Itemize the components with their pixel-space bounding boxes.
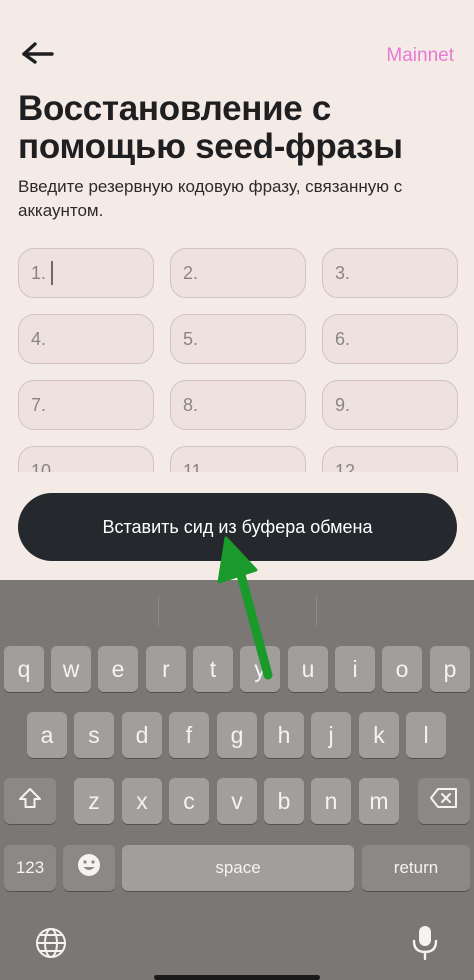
seed-word-field-6[interactable]: 6. — [322, 314, 458, 364]
key-n[interactable]: n — [311, 778, 351, 824]
home-indicator — [154, 975, 320, 980]
paste-seed-button[interactable]: Вставить сид из буфера обмена — [18, 493, 457, 561]
numbers-key[interactable]: 123 — [4, 845, 56, 891]
return-key[interactable]: return — [362, 845, 470, 891]
key-y[interactable]: y — [240, 646, 280, 692]
seed-word-index: 2. — [183, 262, 199, 283]
seed-word-field-10[interactable]: 10. — [18, 446, 154, 472]
seed-word-field-8[interactable]: 8. — [170, 380, 306, 430]
key-o[interactable]: o — [382, 646, 422, 692]
key-w[interactable]: w — [51, 646, 91, 692]
backspace-key[interactable] — [418, 778, 470, 824]
key-a[interactable]: a — [27, 712, 67, 758]
key-c[interactable]: c — [169, 778, 209, 824]
page-title: Восстановление с помощью seed-фразы — [18, 89, 403, 166]
seed-word-field-7[interactable]: 7. — [18, 380, 154, 430]
emoji-icon — [76, 852, 102, 884]
onscreen-keyboard: q w e r t y u i o p a s d f g h j k l z … — [0, 580, 474, 980]
shift-key[interactable] — [4, 778, 56, 824]
seed-word-grid: 1. 2. 3. 4. 5. 6. 7. 8. 9. 10. 11. 12. — [0, 245, 474, 472]
seed-word-field-11[interactable]: 11. — [170, 446, 306, 472]
suggestion-bar — [0, 580, 474, 640]
key-i[interactable]: i — [335, 646, 375, 692]
seed-word-index: 4. — [31, 328, 47, 349]
seed-word-index: 11. — [183, 460, 207, 473]
seed-word-field-5[interactable]: 5. — [170, 314, 306, 364]
shift-icon — [17, 786, 43, 816]
globe-icon[interactable] — [34, 926, 68, 960]
key-m[interactable]: m — [359, 778, 399, 824]
seed-word-index: 1. — [31, 262, 47, 283]
microphone-icon[interactable] — [410, 924, 440, 962]
key-f[interactable]: f — [169, 712, 209, 758]
seed-word-field-3[interactable]: 3. — [322, 248, 458, 298]
seed-word-field-9[interactable]: 9. — [322, 380, 458, 430]
key-e[interactable]: e — [98, 646, 138, 692]
seed-word-index: 6. — [335, 328, 351, 349]
seed-word-index: 7. — [31, 394, 47, 415]
key-l[interactable]: l — [406, 712, 446, 758]
key-x[interactable]: x — [122, 778, 162, 824]
seed-word-field-4[interactable]: 4. — [18, 314, 154, 364]
seed-word-field-2[interactable]: 2. — [170, 248, 306, 298]
key-v[interactable]: v — [217, 778, 257, 824]
seed-word-field-12[interactable]: 12. — [322, 446, 458, 472]
back-arrow-icon[interactable] — [18, 38, 58, 70]
key-k[interactable]: k — [359, 712, 399, 758]
suggestion-divider — [158, 596, 159, 626]
backspace-icon — [429, 787, 459, 815]
page-subtitle: Введите резервную кодовую фразу, связанн… — [18, 177, 403, 220]
emoji-key[interactable] — [63, 845, 115, 891]
key-s[interactable]: s — [74, 712, 114, 758]
key-h[interactable]: h — [264, 712, 304, 758]
key-d[interactable]: d — [122, 712, 162, 758]
suggestion-divider — [316, 596, 317, 626]
seed-word-index: 8. — [183, 394, 199, 415]
key-p[interactable]: p — [430, 646, 470, 692]
seed-word-index: 9. — [335, 394, 351, 415]
key-g[interactable]: g — [217, 712, 257, 758]
key-z[interactable]: z — [74, 778, 114, 824]
key-u[interactable]: u — [288, 646, 328, 692]
key-r[interactable]: r — [146, 646, 186, 692]
seed-word-field-1[interactable]: 1. — [18, 248, 154, 298]
seed-word-index: 5. — [183, 328, 199, 349]
seed-word-index: 3. — [335, 262, 351, 283]
key-q[interactable]: q — [4, 646, 44, 692]
key-t[interactable]: t — [193, 646, 233, 692]
seed-word-index: 10. — [31, 460, 57, 473]
text-caret — [51, 261, 54, 285]
key-b[interactable]: b — [264, 778, 304, 824]
seed-word-index: 12. — [335, 460, 361, 473]
space-key[interactable]: space — [122, 845, 354, 891]
network-selector[interactable]: Mainnet — [386, 45, 454, 67]
key-j[interactable]: j — [311, 712, 351, 758]
